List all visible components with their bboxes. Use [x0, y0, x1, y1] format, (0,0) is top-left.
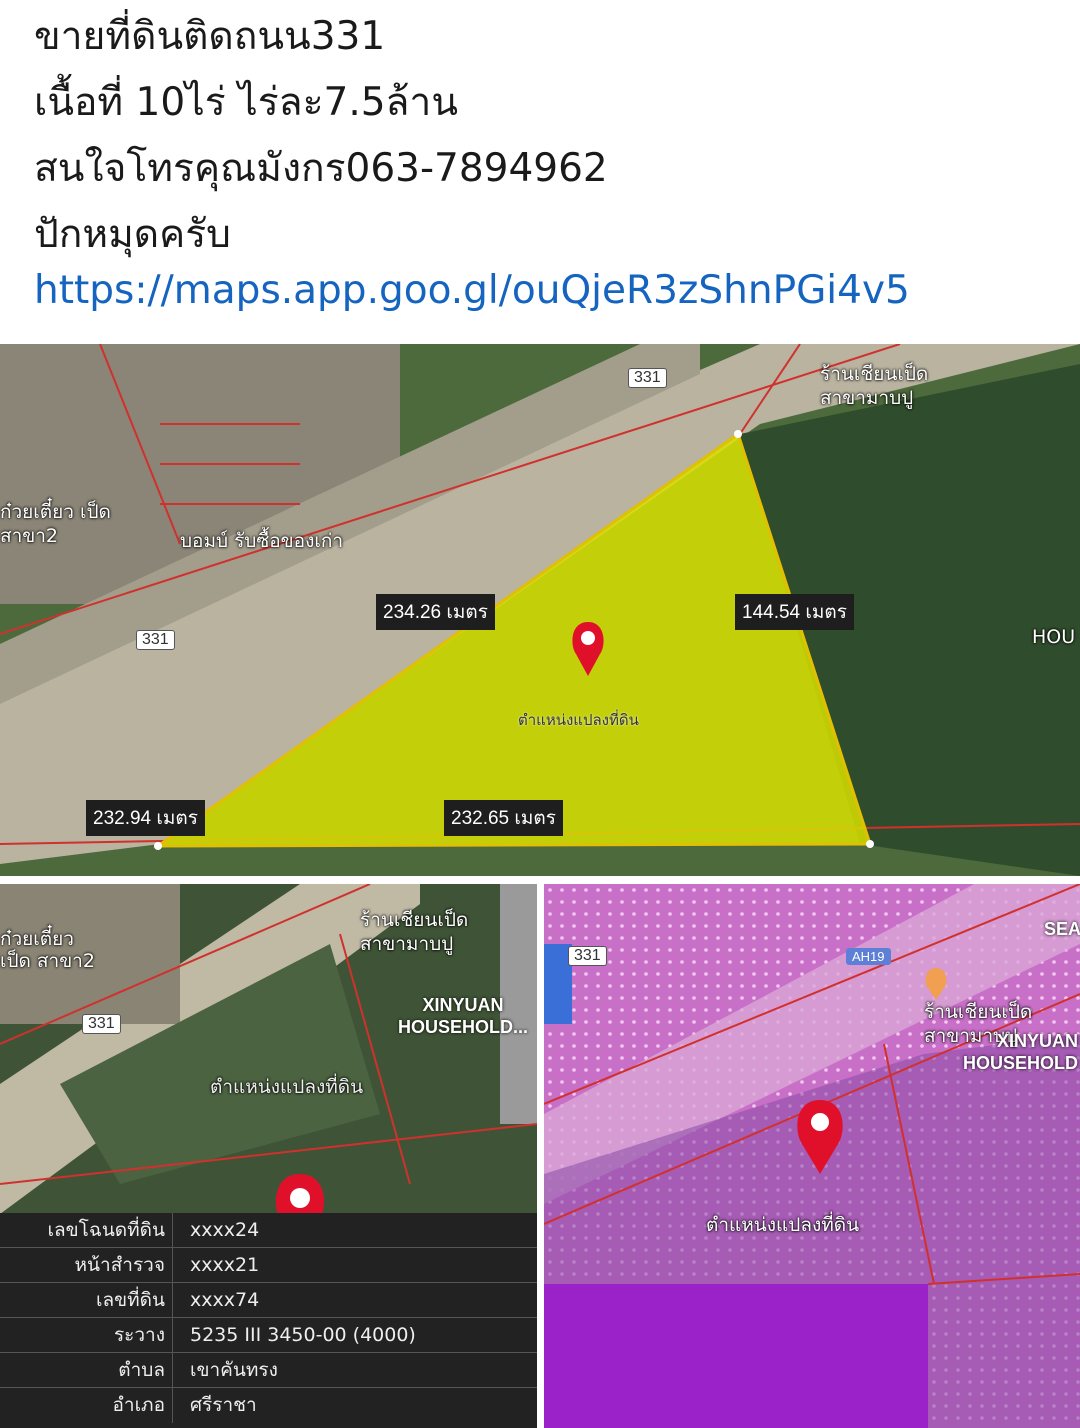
pin-label: ตำแหน่งแปลงที่ดิน	[210, 1076, 364, 1098]
deed-key: อำเภอ	[112, 1394, 165, 1416]
deed-key: เลขโฉนดที่ดิน	[47, 1219, 165, 1241]
measure-top-edge: 234.26 เมตร	[376, 594, 495, 630]
shop-label-recycling: บอมบ์ รับซื้อของเก่า	[180, 530, 344, 552]
main-map-image[interactable]: 331 331 ร้านเชียนเป็ด สาขามาบปู ก๋วยเตี๋…	[0, 344, 1080, 876]
post-area-price: เนื้อที่ 10ไร่ ไร่ละ7.5ล้าน	[34, 80, 458, 125]
highway-sign-ah19: AH19	[846, 948, 891, 965]
deed-value: 5235 III 3450-00 (4000)	[190, 1324, 416, 1346]
household-label: XINYUAN HOUSEHOLD	[962, 1031, 1078, 1073]
post-text: ขายที่ดินติดถนน331 เนื้อที่ 10ไร่ ไร่ละ7…	[0, 0, 1080, 340]
edge-label: SEA	[1044, 919, 1080, 939]
deed-info-table: เลขโฉนดที่ดิน xxxx24 หน้าสำรวจ xxxx21 เล…	[0, 1213, 537, 1428]
right-map-graphic	[544, 884, 1080, 1428]
deed-row: ระวาง 5235 III 3450-00 (4000)	[0, 1318, 537, 1353]
map-link[interactable]: https://maps.app.goo.gl/ouQjeR3zShnPGi4v…	[34, 268, 910, 314]
deed-key: ระวาง	[113, 1324, 165, 1346]
measure-right-edge: 144.54 เมตร	[735, 594, 854, 630]
deed-key: ตำบล	[118, 1359, 165, 1381]
post-pin-note: ปักหมุดครับ	[34, 212, 231, 257]
edge-label: HOU	[1032, 626, 1076, 648]
deed-row: เลขที่ดิน xxxx74	[0, 1283, 537, 1318]
deed-value: เขาคันทรง	[190, 1359, 278, 1381]
deed-key: หน้าสำรวจ	[74, 1254, 165, 1276]
post-contact: สนใจโทรคุณมังกร063-7894962	[34, 146, 608, 191]
pin-label: ตำแหน่งแปลงที่ดิน	[706, 1214, 860, 1236]
road-sign-331: 331	[82, 1014, 121, 1034]
household-label: XINYUAN HOUSEHOLD...	[397, 995, 528, 1037]
shop-label-duck-restaurant: ร้านเชียนเป็ด สาขามาบปู	[360, 909, 469, 955]
post-title: ขายที่ดินติดถนน331	[34, 14, 386, 59]
right-map-image[interactable]: 331 AH19 ร้านเชียนเป็ด สาขามาบปู XINYUAN…	[544, 884, 1080, 1428]
measure-bottom-left: 232.94 เมตร	[86, 800, 205, 836]
road-sign-331-top: 331	[628, 368, 667, 388]
deed-value: xxxx21	[190, 1254, 260, 1276]
pin-label: ตำแหน่งแปลงที่ดิน	[518, 711, 639, 729]
deed-row: หน้าสำรวจ xxxx21	[0, 1248, 537, 1283]
deed-value: xxxx24	[190, 1219, 260, 1241]
measure-bottom-edge: 232.65 เมตร	[444, 800, 563, 836]
deed-key: เลขที่ดิน	[96, 1289, 165, 1311]
deed-value: xxxx74	[190, 1289, 260, 1311]
road-sign-331: 331	[568, 946, 607, 966]
shop-label-noodle: ก๋วยเตี๋ยว เป็ด สาขา2	[0, 928, 95, 972]
deed-value: ศรีราชา	[190, 1394, 257, 1416]
shop-label-duck-restaurant: ร้านเชียนเป็ด สาขามาบปู	[820, 363, 929, 409]
road-sign-331-left: 331	[136, 630, 175, 650]
main-map-graphic	[0, 344, 1080, 876]
deed-row: ตำบล เขาคันทรง	[0, 1353, 537, 1388]
deed-row: เลขโฉนดที่ดิน xxxx24	[0, 1213, 537, 1248]
shop-label-noodle: ก๋วยเตี๋ยว เป็ด สาขา2	[0, 501, 111, 547]
deed-row: อำเภอ ศรีราชา	[0, 1388, 537, 1423]
